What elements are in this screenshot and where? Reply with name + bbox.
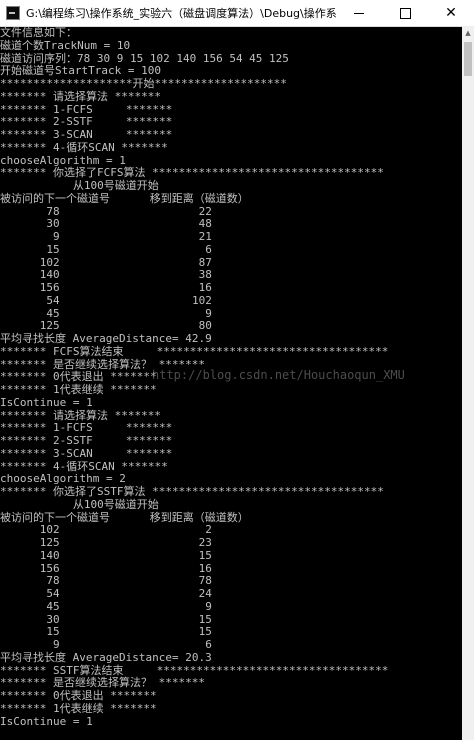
console-line: ******* 你选择了SSTF算法 *********************… — [0, 485, 384, 498]
console-line: 15 15 — [0, 625, 212, 638]
console-line: ******* 你选择了FCFS算法 *********************… — [0, 166, 384, 179]
console-line: ******* 0代表退出 ******* — [0, 689, 157, 702]
console-line: ********************开始******************… — [0, 77, 287, 90]
console-line: 78 78 — [0, 574, 212, 587]
maximize-button[interactable] — [382, 0, 428, 26]
console-line: ******* 1-FCFS ******* — [0, 421, 173, 434]
console-line: ******* 4-循环SCAN ******* — [0, 141, 168, 154]
console-line: 125 80 — [0, 319, 212, 332]
window-title: G:\编程练习\操作系统_实验六（磁盘调度算法）\Debug\操作系统_实验六 … — [26, 7, 336, 20]
console-line: IsContinue = 1 — [0, 715, 93, 728]
console-line: ******* 1代表继续 ******* — [0, 383, 157, 396]
watermark: http://blog.csdn.net/Houchaoqun_XMU — [152, 368, 405, 382]
console-app-icon[interactable] — [6, 6, 20, 20]
console-line: 平均寻找长度 AverageDistance= 42.9 — [0, 332, 212, 345]
vertical-scrollbar[interactable]: ▲ — [462, 26, 474, 740]
console-line: IsContinue = 1 — [0, 396, 93, 409]
console-line: ******* 2-SSTF ******* — [0, 434, 173, 447]
console-line: ******* 0代表退出 ******* — [0, 370, 157, 383]
console-line: 从100号磁道开始 — [0, 498, 159, 511]
window-controls: ✕ — [336, 0, 474, 26]
console-line: 平均寻找长度 AverageDistance= 20.3 — [0, 651, 212, 664]
minimize-button[interactable] — [336, 0, 382, 26]
console-line: 125 23 — [0, 536, 212, 549]
console-line: 15 6 — [0, 243, 212, 256]
scrollbar-thumb[interactable] — [464, 42, 472, 76]
console-line: ******* 是否继续选择算法？ ******* — [0, 676, 205, 689]
console-line: ******* 1代表继续 ******* — [0, 702, 157, 715]
title-bar[interactable]: G:\编程练习\操作系统_实验六（磁盘调度算法）\Debug\操作系统_实验六 … — [0, 0, 474, 27]
console-line: 54 102 — [0, 294, 212, 307]
console-line: 156 16 — [0, 281, 212, 294]
scroll-up-arrow-icon[interactable]: ▲ — [462, 26, 474, 40]
console-output[interactable]: 文件信息如下： 磁道个数TrackNum = 10 磁道访问序列：78 30 9 1… — [0, 26, 462, 740]
console-line: 开始磁道号StartTrack = 100 — [0, 64, 161, 77]
console-line: ******* 3-SCAN ******* — [0, 447, 173, 460]
console-line: 9 21 — [0, 230, 212, 243]
console-line: 被访问的下一个磁道号 移到距离（磁道数） — [0, 192, 249, 205]
console-line: ******* 3-SCAN ******* — [0, 128, 173, 141]
close-icon: ✕ — [445, 5, 457, 21]
console-line: 102 2 — [0, 523, 212, 536]
console-line: 54 24 — [0, 587, 212, 600]
console-line: 文件信息如下： — [0, 26, 77, 39]
console-line: 45 9 — [0, 600, 212, 613]
maximize-icon — [399, 7, 411, 19]
console-line: ******* 2-SSTF ******* — [0, 115, 173, 128]
console-line: 140 38 — [0, 268, 212, 281]
console-line: chooseAlgorithm = 2 — [0, 472, 126, 485]
console-line: 磁道个数TrackNum = 10 — [0, 39, 131, 52]
console-line: 从100号磁道开始 — [0, 179, 159, 192]
console-line: 30 48 — [0, 217, 212, 230]
console-line: ******* FCFS算法结束 ***********************… — [0, 345, 389, 358]
console-line: 140 15 — [0, 549, 212, 562]
close-button[interactable]: ✕ — [428, 0, 474, 26]
console-window: G:\编程练习\操作系统_实验六（磁盘调度算法）\Debug\操作系统_实验六 … — [0, 0, 474, 740]
console-line: ******* 请选择算法 ******* — [0, 90, 161, 103]
console-line: 9 6 — [0, 638, 212, 651]
minimize-icon — [354, 12, 364, 14]
